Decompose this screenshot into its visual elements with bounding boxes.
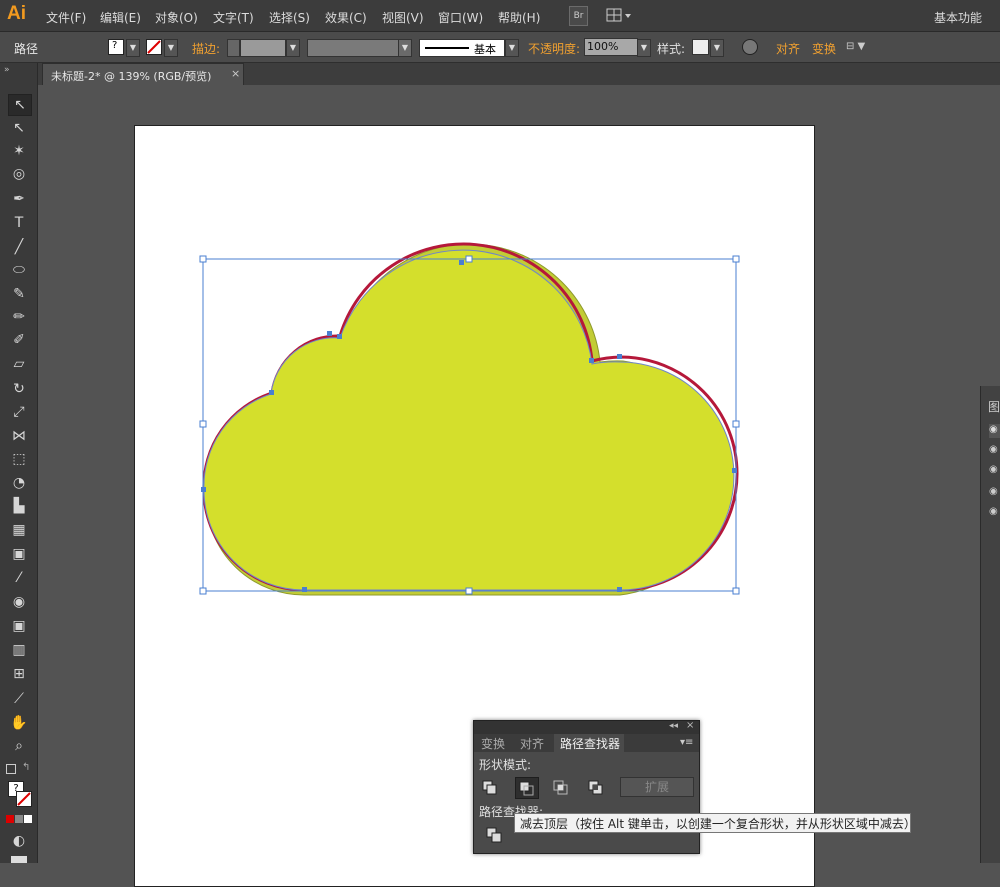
divide-button[interactable] xyxy=(484,825,506,845)
collapse-panel-icon[interactable]: ◂◂ xyxy=(669,721,678,731)
intersect-button[interactable] xyxy=(550,777,572,797)
layers-panel-collapsed: 图 ◉ ◉ ◉ ◉ ◉ xyxy=(980,386,1000,863)
layers-panel-tab[interactable]: 图 xyxy=(988,398,1000,415)
visibility-eye-icon[interactable]: ◉ xyxy=(989,464,998,475)
intersect-icon xyxy=(553,780,568,795)
shape-modes-label: 形状模式: xyxy=(479,758,532,772)
tab-transform[interactable]: 变换 xyxy=(481,736,505,752)
unite-button[interactable] xyxy=(479,777,501,797)
panel-menu-icon[interactable]: ▾≡ xyxy=(680,737,693,748)
tab-pathfinder[interactable]: 路径查找器 xyxy=(560,736,620,752)
minus-front-tooltip: 减去顶层（按住 Alt 键单击，以创建一个复合形状，并从形状区域中减去） xyxy=(514,813,916,833)
minus-front-icon xyxy=(519,781,534,796)
unite-icon xyxy=(482,780,497,795)
exclude-icon xyxy=(588,780,603,795)
cloud-shape-front[interactable] xyxy=(203,249,735,591)
exclude-button[interactable] xyxy=(585,777,607,797)
visibility-eye-icon[interactable]: ◉ xyxy=(989,444,998,455)
visibility-eye-icon[interactable]: ◉ xyxy=(989,486,998,497)
visibility-eye-icon[interactable]: ◉ xyxy=(989,506,998,517)
tab-align[interactable]: 对齐 xyxy=(520,736,544,752)
visibility-eye-icon[interactable]: ◉ xyxy=(989,424,1000,438)
expand-button[interactable]: 扩展 xyxy=(620,777,694,797)
minus-front-button[interactable] xyxy=(515,777,539,799)
divide-icon xyxy=(486,827,502,843)
close-panel-icon[interactable]: × xyxy=(686,720,694,731)
panel-title-bar[interactable]: ◂◂ × xyxy=(474,720,699,734)
